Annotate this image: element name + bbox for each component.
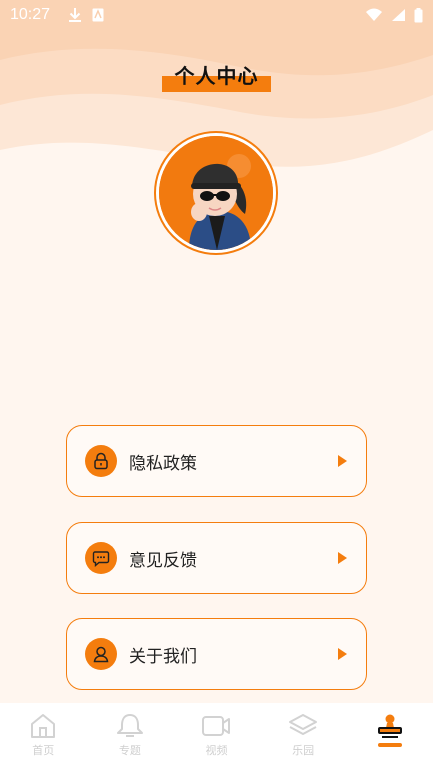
status-time: 10:27 <box>10 6 51 23</box>
bell-icon <box>116 714 143 737</box>
arrow-right-icon <box>338 455 347 467</box>
bottom-tab-bar: 首页 专题 视频 乐园 <box>0 703 433 771</box>
menu-item-label: 关于我们 <box>129 646 197 667</box>
tab-topics[interactable]: 专题 <box>87 703 174 771</box>
page-title: 个人中心 <box>174 64 259 88</box>
avatar-icon <box>159 136 273 250</box>
tab-label: 乐园 <box>292 744 315 757</box>
menu-item-privacy-policy[interactable]: 隐私政策 <box>66 425 367 497</box>
menu-item-feedback[interactable]: 意见反馈 <box>66 522 367 594</box>
tab-home[interactable]: 首页 <box>0 703 87 771</box>
arrow-right-icon <box>338 648 347 660</box>
tab-label: 首页 <box>32 744 55 757</box>
tab-park[interactable]: 乐园 <box>260 703 347 771</box>
signal-icon <box>392 9 405 21</box>
download-icon <box>69 8 82 22</box>
profile-stamp-icon <box>377 714 402 738</box>
layers-icon <box>289 714 318 735</box>
tab-video[interactable]: 视频 <box>173 703 260 771</box>
user-icon <box>85 638 117 670</box>
tab-profile[interactable] <box>346 703 433 771</box>
active-tab-indicator <box>377 743 402 747</box>
lock-icon <box>85 445 117 477</box>
tab-label: 专题 <box>118 744 141 757</box>
tab-label: 视频 <box>205 744 228 757</box>
chat-bubble-icon <box>85 542 117 574</box>
avatar-frame[interactable] <box>154 131 278 255</box>
app-notification-icon <box>92 8 104 22</box>
status-bar: 10:27 <box>0 0 433 30</box>
video-icon <box>202 716 231 736</box>
arrow-right-icon <box>338 552 347 564</box>
menu-item-about-us[interactable]: 关于我们 <box>66 618 367 690</box>
home-icon <box>31 714 56 738</box>
battery-icon <box>414 7 423 22</box>
menu-item-label: 意见反馈 <box>129 550 197 571</box>
wifi-icon <box>366 8 382 21</box>
menu-item-label: 隐私政策 <box>129 453 197 474</box>
